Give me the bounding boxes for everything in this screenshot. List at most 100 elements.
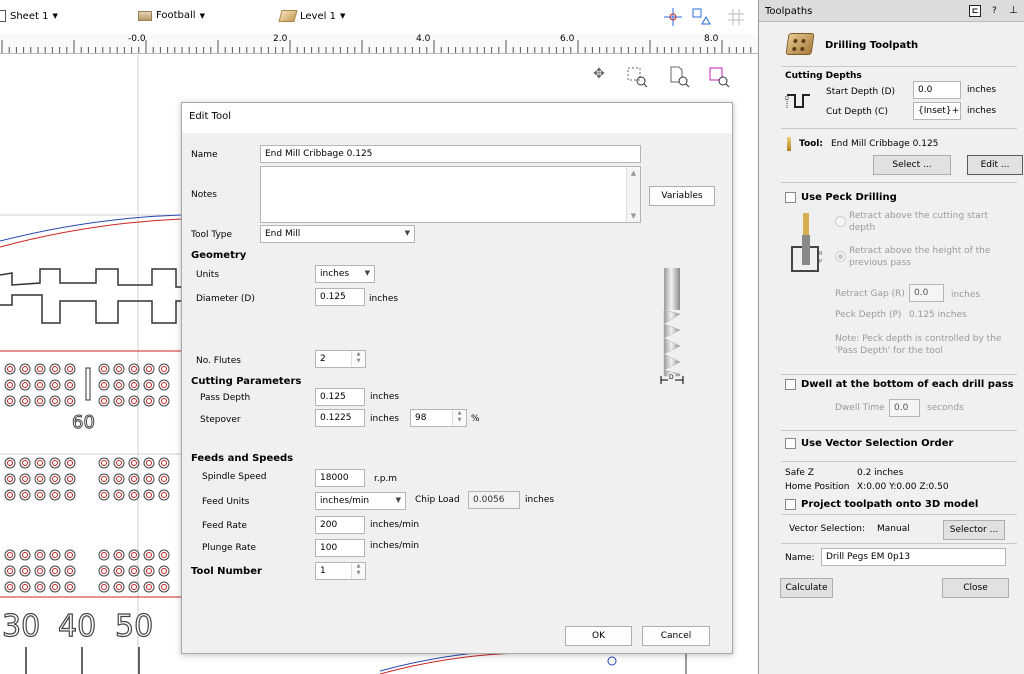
panel-header: Toolpaths ⊏ ? ⊥ — [759, 0, 1024, 22]
close-button[interactable]: Close — [942, 578, 1009, 598]
cancel-button[interactable]: Cancel — [642, 626, 710, 646]
diameter-input[interactable]: 0.125 — [315, 288, 365, 306]
peg-hole — [49, 473, 61, 485]
peg-hole — [4, 565, 16, 577]
tool-edit-button[interactable]: Edit ... — [967, 155, 1023, 175]
units-dropdown[interactable]: inches ▼ — [315, 265, 375, 283]
pin-icon[interactable]: ⊥ — [1009, 5, 1018, 16]
tool-number-input[interactable]: 1 ▲ ▼ — [315, 562, 366, 580]
dwell-section: Dwell at the bottom of each drill pass D… — [781, 374, 1017, 422]
notes-scrollbar[interactable]: ▲ ▼ — [626, 167, 640, 222]
peg-hole — [158, 549, 170, 561]
project-3d-checkbox[interactable] — [785, 499, 796, 510]
notes-label: Notes — [191, 190, 217, 200]
feeds-speeds-header: Feeds and Speeds — [191, 453, 294, 464]
dwell-time-input[interactable]: 0.0 — [889, 399, 920, 417]
peg-hole-inner — [116, 366, 122, 372]
peg-hole-inner — [37, 476, 43, 482]
flutes-input[interactable]: 2 ▲ ▼ — [315, 350, 366, 368]
peg-hole — [98, 489, 110, 501]
peg-hole-inner — [22, 366, 28, 372]
peg-hole-inner — [101, 382, 107, 388]
peg-hole — [19, 473, 31, 485]
help-icon[interactable]: ? — [992, 6, 997, 16]
peg-hole-inner — [101, 366, 107, 372]
dwell-time-label: Dwell Time — [835, 403, 885, 413]
peg-hole — [113, 363, 125, 375]
tool-select-button[interactable]: Select ... — [873, 155, 951, 175]
peg-hole-inner — [52, 476, 58, 482]
peg-hole-inner — [52, 568, 58, 574]
peg-hole — [64, 549, 76, 561]
tool-name-input[interactable]: End Mill Cribbage 0.125 — [260, 145, 641, 163]
peg-hole-inner — [161, 568, 167, 574]
calculate-button[interactable]: Calculate — [780, 578, 833, 598]
stepover-label: Stepover — [200, 415, 241, 425]
pan-icon[interactable]: ✥ — [588, 66, 610, 88]
plunge-rate-input[interactable]: 100 — [315, 539, 365, 557]
sheet-selector[interactable]: Sheet 1 ▼ — [0, 10, 58, 22]
dwell-checkbox[interactable] — [785, 379, 796, 390]
svg-text:R: R — [819, 251, 823, 257]
peg-hole-inner — [37, 584, 43, 590]
stepover-percent-input[interactable]: 98 ▲ ▼ — [410, 409, 467, 427]
grid-icon[interactable] — [728, 9, 744, 25]
cutting-depths-header: Cutting Depths — [785, 71, 862, 81]
tool-type-dropdown[interactable]: End Mill ▼ — [260, 225, 415, 243]
flutes-spinner[interactable]: ▲ ▼ — [351, 351, 365, 367]
peg-hole — [4, 379, 16, 391]
panel-title: Toolpaths — [765, 6, 813, 17]
peg-hole-inner — [22, 382, 28, 388]
pass-depth-input[interactable]: 0.125 — [315, 388, 365, 406]
peck-drilling-checkbox[interactable] — [785, 192, 796, 203]
chevron-down-icon: ▼ — [339, 12, 346, 20]
peg-hole-inner — [37, 382, 43, 388]
vector-order-section: Use Vector Selection Order — [781, 430, 1017, 456]
peg-hole-inner — [52, 382, 58, 388]
chevron-down-icon: ▼ — [395, 496, 401, 504]
feed-units-label: Feed Units — [202, 497, 250, 507]
peg-hole — [4, 489, 16, 501]
ruler-label: -0.0 — [128, 34, 146, 44]
tool-number-spinner[interactable]: ▲ ▼ — [351, 563, 365, 579]
retract-gap-input[interactable]: 0.0 — [909, 284, 944, 302]
ok-button[interactable]: OK — [565, 626, 632, 646]
peg-hole — [64, 379, 76, 391]
toolpath-name-input[interactable]: Drill Pegs EM 0p13 — [821, 548, 1006, 566]
retract-previous-pass-label-2: previous pass — [849, 258, 911, 268]
material-selector[interactable]: Football ▼ — [138, 10, 205, 21]
retract-cut-start-label-2: depth — [849, 223, 876, 233]
variables-button[interactable]: Variables — [649, 186, 715, 206]
start-depth-input[interactable]: 0.0 — [913, 81, 961, 99]
peg-hole — [34, 581, 46, 593]
peg-hole — [143, 379, 155, 391]
spindle-speed-input[interactable]: 18000 — [315, 469, 365, 487]
vector-order-checkbox[interactable] — [785, 438, 796, 449]
cut-depth-label: Cut Depth (C) — [826, 107, 888, 117]
retract-previous-pass-radio[interactable] — [835, 251, 846, 262]
peg-hole — [34, 473, 46, 485]
peg-hole-inner — [37, 398, 43, 404]
stepover-percent-spinner[interactable]: ▲ ▼ — [452, 410, 466, 426]
peg-hole — [98, 395, 110, 407]
notes-textarea[interactable]: ▲ ▼ — [260, 166, 641, 223]
cut-depth-input[interactable]: {Inset}+ — [913, 102, 961, 120]
level-selector[interactable]: Level 1 ▼ — [278, 10, 346, 22]
collapse-panel-icon[interactable]: ⊏ — [969, 5, 981, 17]
selector-button[interactable]: Selector ... — [943, 520, 1005, 540]
zoom-selection-icon[interactable] — [708, 66, 730, 88]
peg-hole-inner — [161, 398, 167, 404]
feed-units-dropdown[interactable]: inches/min ▼ — [315, 492, 406, 510]
peg-hole-inner — [161, 476, 167, 482]
zoom-box-icon[interactable] — [626, 66, 648, 88]
zoom-page-icon[interactable] — [668, 66, 690, 88]
stepover-percent-value: 98 — [415, 413, 427, 423]
snap-icon[interactable] — [692, 8, 712, 26]
peg-hole — [4, 395, 16, 407]
stepover-input[interactable]: 0.1225 — [315, 409, 365, 427]
origin-icon[interactable] — [664, 8, 682, 26]
feed-rate-input[interactable]: 200 — [315, 516, 365, 534]
svg-text:P: P — [819, 259, 822, 265]
pass-depth-unit: inches — [370, 392, 400, 402]
retract-cut-start-radio[interactable] — [835, 216, 846, 227]
